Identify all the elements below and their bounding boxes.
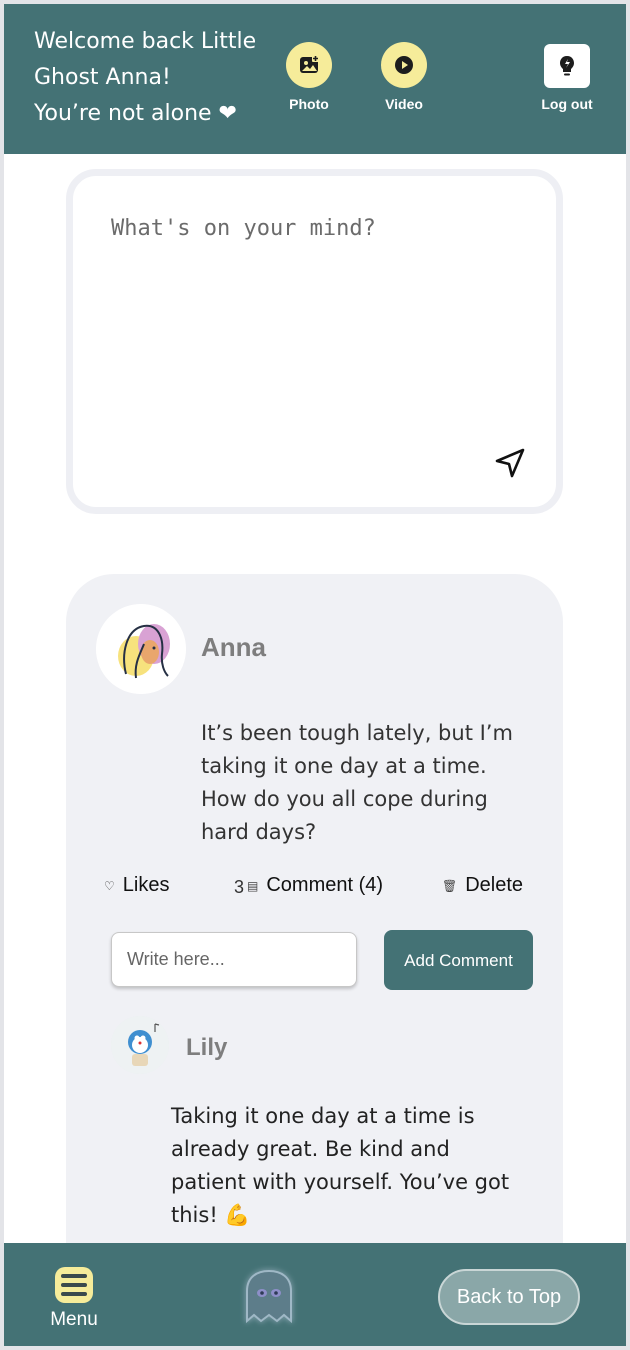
comment-author: Lily [186,1034,228,1061]
photo-icon [286,42,332,88]
author-avatar [96,604,186,694]
video-icon [381,42,427,88]
post-card: Anna It’s been tough lately, but I’m tak… [66,574,563,1264]
logout-label: Log out [541,96,593,112]
menu-label: Menu [50,1309,98,1330]
send-icon[interactable] [493,446,527,480]
app-header: Welcome back Little Ghost Anna! You’re n… [4,4,626,154]
likes-label: Likes [122,874,170,896]
like-button[interactable]: ♡ Likes [104,874,169,897]
welcome-line-2: Ghost Anna! [34,65,171,90]
welcome-message: Welcome back Little Ghost Anna! You’re n… [34,24,284,132]
comment-label: Comment (4) [266,874,384,896]
post-text: It’s been tough lately, but I’m taking i… [201,721,513,844]
video-button[interactable]: Video [364,42,444,112]
bottom-bar: Menu Back to Top [4,1243,626,1346]
ghost-icon [237,1265,301,1327]
comment-icon: ▤ [247,878,259,893]
back-to-top-button[interactable]: Back to Top [438,1269,580,1325]
comment-author-avatar [111,1016,169,1074]
welcome-line-1: Welcome back Little [34,29,257,54]
comment-input[interactable] [111,932,357,987]
heart-icon: ♡ [104,878,115,893]
post-composer-input[interactable] [111,216,521,416]
menu-icon [55,1267,93,1303]
post-author: Anna [201,632,266,662]
post-composer [66,169,563,514]
delete-button[interactable]: 🗑 Delete [442,874,523,897]
likes-count: 3 [234,877,245,897]
menu-button[interactable]: Menu [44,1267,104,1331]
delete-label: Delete [465,874,524,896]
logout-icon [544,44,590,88]
comment-button[interactable]: ▤ Comment (4) [247,874,383,897]
photo-label: Photo [289,96,329,112]
trash-icon: 🗑 [442,878,458,893]
photo-button[interactable]: Photo [269,42,349,112]
logout-button[interactable]: Log out [527,42,607,112]
video-label: Video [385,96,423,112]
welcome-line-3: You’re not alone ❤ [34,101,237,126]
post-actions: ♡ Likes 3 ▤ Comment (4) 🗑 Delete [104,874,544,902]
comment-text: Taking it one day at a time is already g… [171,1104,510,1227]
add-comment-button[interactable]: Add Comment [384,930,533,990]
